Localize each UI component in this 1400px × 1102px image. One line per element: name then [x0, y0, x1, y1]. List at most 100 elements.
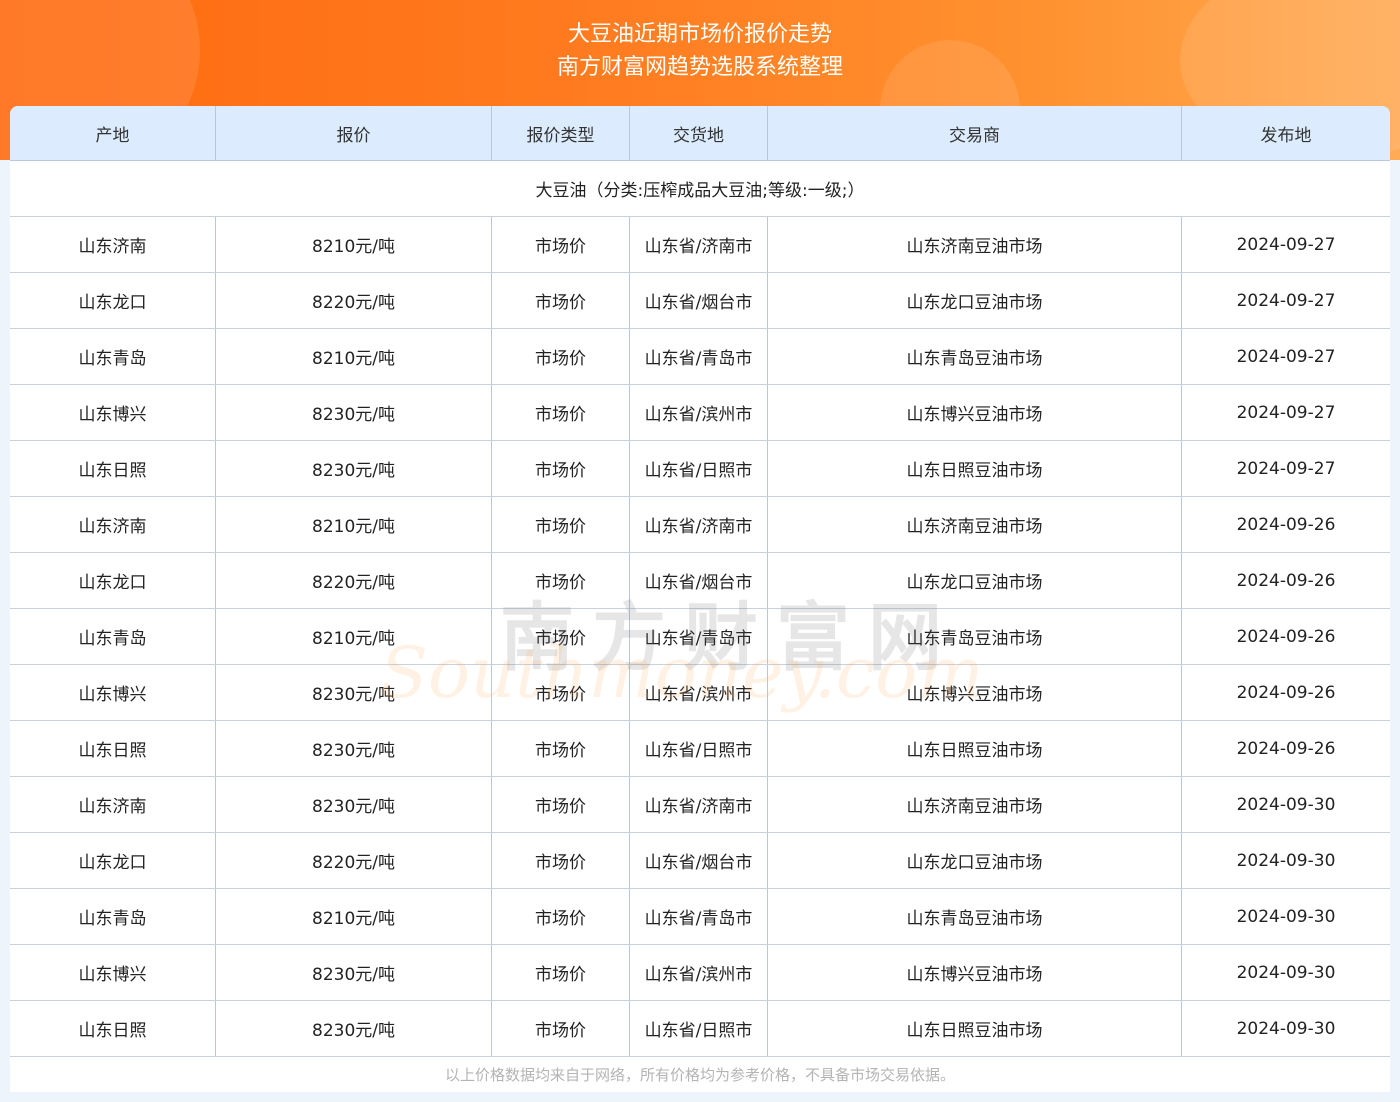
table-row: 山东龙口 8220元/吨 市场价 山东省/烟台市 山东龙口豆油市场 2024-09-27 — [10, 273, 1390, 329]
cell-price: 8210元/吨 — [216, 329, 492, 384]
cell-trader: 山东日照豆油市场 — [768, 721, 1182, 776]
cell-price-type: 市场价 — [492, 497, 630, 552]
cell-origin: 山东龙口 — [10, 833, 216, 888]
cell-delivery: 山东省/济南市 — [630, 217, 768, 272]
cell-price: 8230元/吨 — [216, 665, 492, 720]
cell-price: 8210元/吨 — [216, 889, 492, 944]
cell-origin: 山东博兴 — [10, 385, 216, 440]
cell-delivery: 山东省/济南市 — [630, 497, 768, 552]
cell-date: 2024-09-30 — [1236, 906, 1336, 927]
cell-date: 2024-09-30 — [1236, 1018, 1336, 1039]
cell-price: 8210元/吨 — [216, 217, 492, 272]
table-row: 山东日照 8230元/吨 市场价 山东省/日照市 山东日照豆油市场 2024-09-26 — [10, 721, 1390, 777]
cell-price-type: 市场价 — [492, 273, 630, 328]
table-row: 山东龙口 8220元/吨 市场价 山东省/烟台市 山东龙口豆油市场 2024-09-26 — [10, 553, 1390, 609]
cell-date: 2024-09-26 — [1236, 682, 1336, 703]
cell-origin: 山东青岛 — [10, 609, 216, 664]
cell-date: 2024-09-26 — [1236, 626, 1336, 647]
table-row: 山东博兴 8230元/吨 市场价 山东省/滨州市 山东博兴豆油市场 2024-09-26 — [10, 665, 1390, 721]
cell-trader: 山东济南豆油市场 — [768, 217, 1182, 272]
page-subtitle: 南方财富网趋势选股系统整理 — [556, 55, 843, 80]
cell-price-type: 市场价 — [492, 553, 630, 608]
cell-price-type: 市场价 — [492, 441, 630, 496]
cell-origin: 山东日照 — [10, 721, 216, 776]
cell-trader: 山东济南豆油市场 — [768, 497, 1182, 552]
cell-origin: 山东日照 — [10, 441, 216, 496]
cell-trader: 山东青岛豆油市场 — [768, 609, 1182, 664]
cell-trader: 山东济南豆油市场 — [768, 777, 1182, 832]
cell-date: 2024-09-27 — [1236, 346, 1336, 367]
cell-origin: 山东济南 — [10, 497, 216, 552]
price-table: 产地 报价 报价类型 交货地 交易商 发布地 大豆油（分类:压榨成品大豆油;等级… — [10, 106, 1390, 1092]
cell-date: 2024-09-27 — [1236, 458, 1336, 479]
cell-price: 8210元/吨 — [216, 497, 492, 552]
page: 大豆油近期市场价报价走势 南方财富网趋势选股系统整理 产地 报价 报价类型 交货… — [0, 0, 1400, 1102]
cell-delivery: 山东省/日照市 — [630, 441, 768, 496]
cell-price-type: 市场价 — [492, 665, 630, 720]
cell-delivery: 山东省/滨州市 — [630, 945, 768, 1000]
cell-trader: 山东博兴豆油市场 — [768, 945, 1182, 1000]
page-title: 大豆油近期市场价报价走势 — [567, 22, 832, 47]
table-body: 山东济南 8210元/吨 市场价 山东省/济南市 山东济南豆油市场 2024-09-27 山… — [10, 217, 1390, 1057]
table-row: 山东日照 8230元/吨 市场价 山东省/日照市 山东日照豆油市场 2024-09-30 — [10, 1001, 1390, 1057]
table-row: 山东龙口 8220元/吨 市场价 山东省/烟台市 山东龙口豆油市场 2024-09-30 — [10, 833, 1390, 889]
cell-date: 2024-09-30 — [1236, 794, 1336, 815]
table-row: 山东青岛 8210元/吨 市场价 山东省/青岛市 山东青岛豆油市场 2024-09-26 — [10, 609, 1390, 665]
table-row: 山东济南 8230元/吨 市场价 山东省/济南市 山东济南豆油市场 2024-09-30 — [10, 777, 1390, 833]
cell-price: 8230元/吨 — [216, 945, 492, 1000]
cell-price-type: 市场价 — [492, 217, 630, 272]
cell-delivery: 山东省/日照市 — [630, 721, 768, 776]
cell-delivery: 山东省/烟台市 — [630, 833, 768, 888]
cell-date: 2024-09-27 — [1236, 402, 1336, 423]
cell-price-type: 市场价 — [492, 609, 630, 664]
cell-price: 8220元/吨 — [216, 833, 492, 888]
column-header-price-type: 报价类型 — [492, 106, 630, 160]
cell-date: 2024-09-27 — [1236, 234, 1336, 255]
cell-price-type: 市场价 — [492, 833, 630, 888]
column-header-origin: 产地 — [10, 106, 216, 160]
cell-origin: 山东博兴 — [10, 665, 216, 720]
cell-price: 8230元/吨 — [216, 1001, 492, 1056]
cell-delivery: 山东省/青岛市 — [630, 329, 768, 384]
cell-origin: 山东济南 — [10, 217, 216, 272]
cell-date: 2024-09-30 — [1236, 850, 1336, 871]
category-row: 大豆油（分类:压榨成品大豆油;等级:一级;） — [10, 161, 1390, 217]
cell-price-type: 市场价 — [492, 889, 630, 944]
cell-trader: 山东青岛豆油市场 — [768, 329, 1182, 384]
cell-price: 8230元/吨 — [216, 777, 492, 832]
cell-delivery: 山东省/济南市 — [630, 777, 768, 832]
cell-delivery: 山东省/滨州市 — [630, 665, 768, 720]
cell-trader: 山东龙口豆油市场 — [768, 833, 1182, 888]
cell-price: 8230元/吨 — [216, 441, 492, 496]
table-row: 山东博兴 8230元/吨 市场价 山东省/滨州市 山东博兴豆油市场 2024-09-27 — [10, 385, 1390, 441]
cell-trader: 山东博兴豆油市场 — [768, 665, 1182, 720]
cell-price-type: 市场价 — [492, 385, 630, 440]
cell-price: 8220元/吨 — [216, 553, 492, 608]
title-block: 大豆油近期市场价报价走势 南方财富网趋势选股系统整理 — [0, 18, 1400, 84]
cell-price: 8230元/吨 — [216, 721, 492, 776]
cell-price-type: 市场价 — [492, 329, 630, 384]
cell-trader: 山东青岛豆油市场 — [768, 889, 1182, 944]
cell-origin: 山东济南 — [10, 777, 216, 832]
cell-price-type: 市场价 — [492, 721, 630, 776]
table-row: 山东博兴 8230元/吨 市场价 山东省/滨州市 山东博兴豆油市场 2024-09-30 — [10, 945, 1390, 1001]
disclaimer-note: 以上价格数据均来自于网络，所有价格均为参考价格，不具备市场交易依据。 — [10, 1057, 1390, 1092]
cell-date: 2024-09-26 — [1236, 514, 1336, 535]
cell-price-type: 市场价 — [492, 945, 630, 1000]
table-header-row: 产地 报价 报价类型 交货地 交易商 发布地 — [10, 106, 1390, 161]
cell-origin: 山东青岛 — [10, 329, 216, 384]
column-header-price: 报价 — [216, 106, 492, 160]
cell-price: 8230元/吨 — [216, 385, 492, 440]
table-row: 山东青岛 8210元/吨 市场价 山东省/青岛市 山东青岛豆油市场 2024-09-30 — [10, 889, 1390, 945]
column-header-date: 发布地 — [1260, 125, 1312, 146]
cell-trader: 山东博兴豆油市场 — [768, 385, 1182, 440]
table-row: 山东济南 8210元/吨 市场价 山东省/济南市 山东济南豆油市场 2024-09-26 — [10, 497, 1390, 553]
table-row: 山东济南 8210元/吨 市场价 山东省/济南市 山东济南豆油市场 2024-09-27 — [10, 217, 1390, 273]
cell-price-type: 市场价 — [492, 777, 630, 832]
cell-origin: 山东青岛 — [10, 889, 216, 944]
cell-delivery: 山东省/青岛市 — [630, 609, 768, 664]
cell-price: 8210元/吨 — [216, 609, 492, 664]
cell-delivery: 山东省/日照市 — [630, 1001, 768, 1056]
cell-trader: 山东龙口豆油市场 — [768, 553, 1182, 608]
cell-trader: 山东龙口豆油市场 — [768, 273, 1182, 328]
